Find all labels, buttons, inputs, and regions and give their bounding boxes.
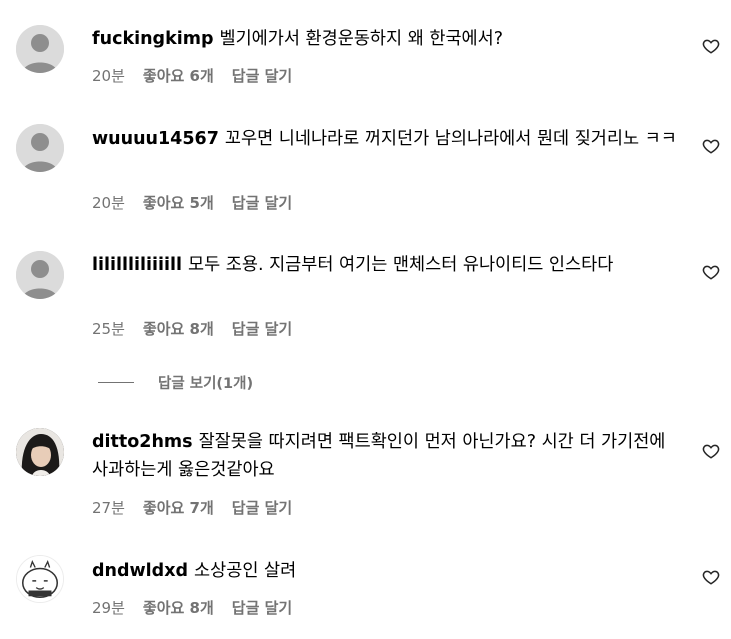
reply-button[interactable]: 답글 달기 [232, 599, 292, 617]
comment-body: fuckingkimp 벨기에가서 환경운동하지 왜 한국에서? [92, 25, 682, 53]
reply-button[interactable]: 답글 달기 [232, 67, 292, 85]
comment-meta: 27분 좋아요 7개 답글 달기 [92, 498, 292, 518]
comment-body: lilillliliiiill 모두 조용. 지금부터 여기는 맨체스터 유나이티… [92, 251, 682, 279]
reply-button[interactable]: 답글 달기 [232, 194, 292, 212]
comment-time[interactable]: 25분 [92, 320, 125, 338]
heart-icon[interactable] [702, 137, 720, 155]
comment-meta: 29분 좋아요 8개 답글 달기 [92, 598, 292, 618]
comment-likes[interactable]: 좋아요 8개 [143, 599, 214, 617]
comment-meta: 20분 좋아요 5개 답글 달기 [92, 193, 292, 213]
view-replies-button[interactable]: 답글 보기(1개) [98, 372, 253, 393]
comment-time[interactable]: 20분 [92, 67, 125, 85]
cartoon-avatar[interactable] [16, 555, 64, 603]
comment-text: 모두 조용. 지금부터 여기는 맨체스터 유나이티드 인스타다 [187, 255, 614, 275]
default-avatar[interactable] [16, 124, 64, 172]
comment-username[interactable]: dndwldxd [92, 561, 188, 581]
comment-time[interactable]: 27분 [92, 499, 125, 517]
default-avatar[interactable] [16, 25, 64, 73]
comment-likes[interactable]: 좋아요 8개 [143, 320, 214, 338]
comment-likes[interactable]: 좋아요 5개 [143, 194, 214, 212]
comment-meta: 25분 좋아요 8개 답글 달기 [92, 319, 292, 339]
default-avatar[interactable] [16, 251, 64, 299]
comment-time[interactable]: 29분 [92, 599, 125, 617]
comment-body: wuuuu14567 꼬우면 니네나라로 꺼지던가 남의나라에서 뭔데 짖거리노 … [92, 125, 682, 153]
comment-body: dndwldxd 소상공인 살려 [92, 557, 682, 585]
view-replies-label: 답글 보기(1개) [158, 376, 254, 392]
comment-body: ditto2hms 잘잘못을 따지려면 팩트확인이 먼저 아닌가요? 시간 더 가… [92, 428, 682, 484]
photo-avatar[interactable] [16, 428, 64, 476]
comment-username[interactable]: wuuuu14567 [92, 129, 219, 149]
comment-likes[interactable]: 좋아요 7개 [143, 499, 214, 517]
comment-likes[interactable]: 좋아요 6개 [143, 67, 214, 85]
heart-icon[interactable] [702, 263, 720, 281]
comment-username[interactable]: lilillliliiiill [92, 255, 182, 275]
reply-button[interactable]: 답글 달기 [232, 320, 292, 338]
comment-username[interactable]: ditto2hms [92, 432, 193, 452]
replies-divider-line [98, 382, 134, 383]
heart-icon[interactable] [702, 37, 720, 55]
heart-icon[interactable] [702, 568, 720, 586]
comment-text: 소상공인 살려 [194, 561, 297, 581]
heart-icon[interactable] [702, 442, 720, 460]
comment-meta: 20분 좋아요 6개 답글 달기 [92, 66, 292, 86]
comment-time[interactable]: 20분 [92, 194, 125, 212]
reply-button[interactable]: 답글 달기 [232, 499, 292, 517]
comment-username[interactable]: fuckingkimp [92, 29, 213, 49]
comment-text: 벨기에가서 환경운동하지 왜 한국에서? [219, 29, 504, 49]
comment-text: 꼬우면 니네나라로 꺼지던가 남의나라에서 뭔데 짖거리노 ㅋㅋ [224, 129, 677, 149]
